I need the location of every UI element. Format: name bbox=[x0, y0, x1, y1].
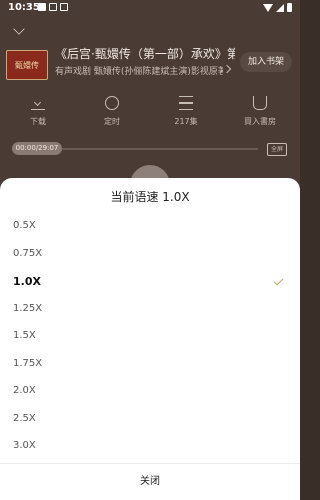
notification-icon bbox=[49, 3, 57, 11]
buy-button[interactable]: 買入書房 bbox=[230, 96, 290, 127]
speed-option-label: 2.5X bbox=[13, 412, 36, 424]
fullscreen-icon[interactable]: 全屏 bbox=[267, 143, 287, 156]
book-cover[interactable]: 甄嬛传 bbox=[6, 50, 48, 80]
sheet-title: 当前语速 1.0X bbox=[110, 190, 190, 204]
speed-option[interactable]: 2.0X bbox=[0, 378, 300, 406]
speed-option[interactable]: 2.5X bbox=[0, 406, 300, 434]
action-label: 217集 bbox=[174, 117, 198, 126]
speed-option[interactable]: 1.5X bbox=[0, 323, 300, 351]
timer-button[interactable]: 定时 bbox=[82, 96, 142, 127]
notification-icon bbox=[60, 3, 68, 11]
speed-option[interactable]: 0.75X bbox=[0, 241, 300, 269]
action-label: 定时 bbox=[104, 117, 120, 126]
system-icons bbox=[263, 3, 292, 12]
wifi-icon bbox=[263, 3, 273, 12]
status-bar: 10:35 bbox=[0, 0, 300, 16]
episode-list-button[interactable]: 217集 bbox=[156, 96, 216, 127]
book-subtitle[interactable]: 有声戏剧 甄嬛传(孙俪陈建斌主演)影视原著... bbox=[55, 64, 223, 77]
speed-option-label: 2.0X bbox=[13, 385, 36, 396]
cup-icon bbox=[253, 96, 267, 110]
battery-icon bbox=[287, 3, 292, 12]
speed-option[interactable]: 3.0X bbox=[0, 433, 300, 461]
player-actions: 下载 定时 217集 買入書房 bbox=[0, 96, 300, 132]
speed-option[interactable]: 0.5X bbox=[0, 213, 300, 241]
notification-icons bbox=[38, 3, 68, 11]
action-label: 買入書房 bbox=[244, 117, 276, 126]
list-icon bbox=[179, 96, 193, 110]
speed-option[interactable]: 1.75X bbox=[0, 351, 300, 379]
speed-option[interactable]: 1.25X bbox=[0, 296, 300, 324]
speed-options-list: 0.5X 0.75X 1.0X 1.25X 1.5X 1.75X 2.0X 2.… bbox=[0, 213, 300, 461]
speed-option-label: 0.75X bbox=[13, 247, 43, 259]
speed-option-label: 3.0X bbox=[13, 440, 36, 451]
notification-icon bbox=[38, 3, 46, 11]
check-icon bbox=[273, 275, 284, 286]
add-to-shelf-button[interactable]: 加入书架 bbox=[240, 52, 292, 72]
speed-option-label: 1.5X bbox=[13, 330, 36, 341]
close-button[interactable]: 关闭 bbox=[0, 464, 300, 500]
speed-option-label: 0.5X bbox=[13, 220, 36, 231]
book-title: 《后宫·甄嬛传（第一部）承欢》第 bbox=[55, 47, 235, 61]
download-icon bbox=[31, 96, 45, 110]
speed-option-selected[interactable]: 1.0X bbox=[0, 268, 300, 296]
speed-option-label: 1.75X bbox=[13, 357, 43, 369]
signal-icon bbox=[276, 3, 284, 12]
speed-option-label: 1.0X bbox=[13, 275, 41, 288]
status-time: 10:35 bbox=[8, 2, 40, 13]
action-label: 下载 bbox=[30, 117, 46, 126]
progress-thumb[interactable]: 00:00/29:07 bbox=[12, 142, 62, 155]
speed-option-label: 1.25X bbox=[13, 302, 43, 314]
download-button[interactable]: 下载 bbox=[8, 96, 68, 127]
speed-bottom-sheet: 当前语速 1.0X 0.5X 0.75X 1.0X 1.25X 1.5X 1.7… bbox=[0, 178, 300, 500]
timer-icon bbox=[105, 96, 119, 110]
